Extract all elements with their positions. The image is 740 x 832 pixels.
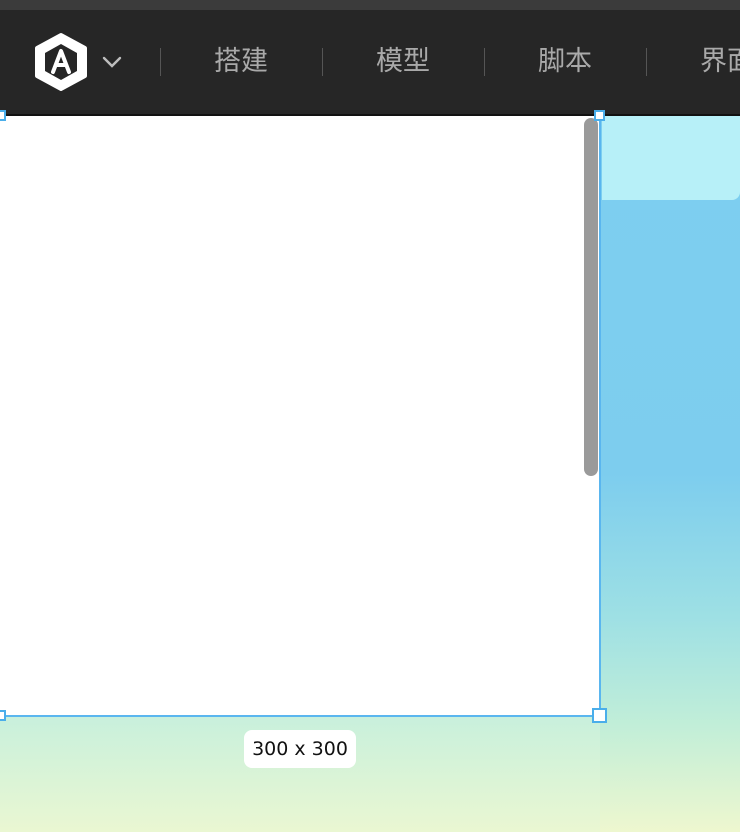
resize-handle-bottom-right[interactable] <box>592 708 607 723</box>
tab-ui[interactable]: 界面 <box>700 41 740 83</box>
resize-handle-bottom-left[interactable] <box>0 710 6 721</box>
chevron-down-icon[interactable] <box>100 52 124 72</box>
scene-sky-patch <box>602 116 740 200</box>
hexagon-a-logo-icon[interactable] <box>32 32 90 92</box>
tab-script[interactable]: 脚本 <box>538 41 592 83</box>
toolbar-divider <box>484 48 485 76</box>
selection-border-bottom <box>0 715 601 717</box>
window-top-strip <box>0 0 740 10</box>
top-toolbar: 搭建 模型 脚本 界面 <box>0 10 740 114</box>
tab-build[interactable]: 搭建 <box>214 41 268 83</box>
toolbar-divider <box>322 48 323 76</box>
selected-ui-frame[interactable] <box>0 116 600 716</box>
toolbar-divider <box>646 48 647 76</box>
resize-handle-top-left[interactable] <box>0 110 6 121</box>
frame-scrollbar[interactable] <box>584 118 598 476</box>
toolbar-divider <box>160 48 161 76</box>
frame-size-label: 300 x 300 <box>244 730 356 768</box>
resize-handle-top-right[interactable] <box>594 110 605 121</box>
selection-border-right <box>599 116 601 716</box>
tab-model[interactable]: 模型 <box>376 41 430 83</box>
